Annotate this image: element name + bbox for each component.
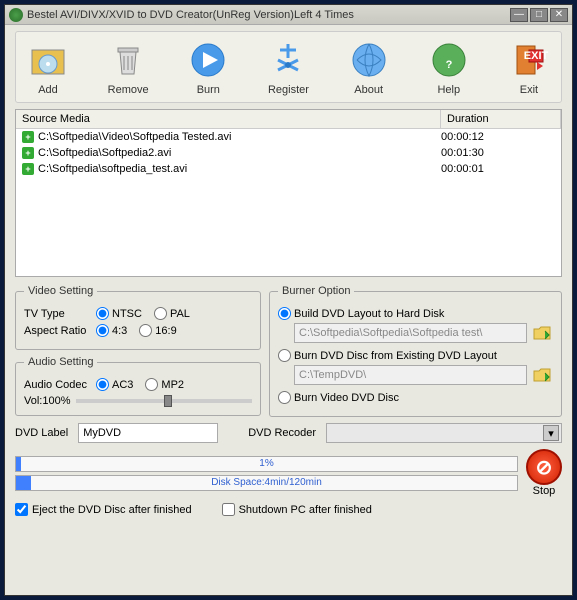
dvd-label-input[interactable] xyxy=(78,423,218,443)
main-toolbar: Add Remove Burn Register xyxy=(15,31,562,103)
burn-existing-radio[interactable]: Burn DVD Disc from Existing DVD Layout xyxy=(278,349,553,362)
source-media-list[interactable]: Source Media Duration + C:\Softpedia\Vide… xyxy=(15,109,562,277)
register-label: Register xyxy=(268,84,309,96)
progress-bar-disk: Disk Space:4min/120min xyxy=(15,475,518,491)
dvd-recorder-select[interactable]: ▾ xyxy=(326,423,562,443)
eject-checkbox[interactable]: Eject the DVD Disc after finished xyxy=(15,503,192,516)
audio-setting-legend: Audio Setting xyxy=(24,356,97,368)
browse-layout-button[interactable] xyxy=(531,323,553,343)
audio-setting-group: Audio Setting Audio Codec AC3 MP2 Vol:10… xyxy=(15,356,261,416)
add-label: Add xyxy=(38,84,58,96)
media-duration: 00:00:01 xyxy=(441,163,561,175)
exit-label: Exit xyxy=(520,84,538,96)
tv-type-ntsc-radio[interactable]: NTSC xyxy=(96,307,142,320)
build-layout-radio[interactable]: Build DVD Layout to Hard Disk xyxy=(278,307,553,320)
burn-label: Burn xyxy=(197,84,220,96)
burn-icon xyxy=(186,38,230,82)
remove-icon xyxy=(106,38,150,82)
header-source[interactable]: Source Media xyxy=(16,110,441,128)
maximize-button[interactable]: □ xyxy=(530,8,548,22)
aspect-43-radio[interactable]: 4:3 xyxy=(96,324,127,337)
media-row[interactable]: + C:\Softpedia\Video\Softpedia Tested.avi… xyxy=(16,129,561,145)
burn-existing-path-input[interactable] xyxy=(294,365,527,385)
add-icon xyxy=(26,38,70,82)
build-layout-path-input[interactable] xyxy=(294,323,527,343)
shutdown-checkbox[interactable]: Shutdown PC after finished xyxy=(222,503,372,516)
svg-text:EXIT: EXIT xyxy=(524,50,549,62)
burn-video-radio[interactable]: Burn Video DVD Disc xyxy=(278,391,553,404)
exit-icon: EXIT xyxy=(507,38,551,82)
media-header: Source Media Duration xyxy=(16,110,561,129)
volume-slider[interactable] xyxy=(76,399,252,403)
burner-option-group: Burner Option Build DVD Layout to Hard D… xyxy=(269,285,562,417)
volume-label: Vol:100% xyxy=(24,395,70,407)
codec-ac3-radio[interactable]: AC3 xyxy=(96,378,133,391)
plus-icon: + xyxy=(22,131,34,143)
stop-button[interactable]: ⊘ Stop xyxy=(526,449,562,497)
progress-disk-text: Disk Space:4min/120min xyxy=(16,477,517,488)
window-title: Bestel AVI/DIVX/XVID to DVD Creator(UnRe… xyxy=(27,9,510,21)
progress-bar-percent: 1% xyxy=(15,456,518,472)
media-duration: 00:01:30 xyxy=(441,147,561,159)
svg-text:?: ? xyxy=(445,59,452,71)
app-icon xyxy=(9,8,23,22)
plus-icon: + xyxy=(22,163,34,175)
plus-icon: + xyxy=(22,147,34,159)
media-path: C:\Softpedia\Softpedia2.avi xyxy=(38,147,171,159)
remove-label: Remove xyxy=(108,84,149,96)
audio-codec-label: Audio Codec xyxy=(24,379,96,391)
about-label: About xyxy=(354,84,383,96)
media-path: C:\Softpedia\Video\Softpedia Tested.avi xyxy=(38,131,231,143)
register-icon xyxy=(266,38,310,82)
browse-existing-button[interactable] xyxy=(531,365,553,385)
media-row[interactable]: + C:\Softpedia\Softpedia2.avi 00:01:30 xyxy=(16,145,561,161)
register-button[interactable]: Register xyxy=(262,36,314,98)
stop-icon: ⊘ xyxy=(526,449,562,485)
close-button[interactable]: ✕ xyxy=(550,8,568,22)
aspect-ratio-label: Aspect Ratio xyxy=(24,325,96,337)
video-setting-legend: Video Setting xyxy=(24,285,97,297)
chevron-down-icon: ▾ xyxy=(543,425,559,441)
help-button[interactable]: ? Help xyxy=(423,36,475,98)
about-icon xyxy=(347,38,391,82)
dvd-recorder-text: DVD Recoder xyxy=(248,427,316,439)
minimize-button[interactable]: — xyxy=(510,8,528,22)
media-duration: 00:00:12 xyxy=(441,131,561,143)
dvd-label-text: DVD Label xyxy=(15,427,68,439)
burn-button[interactable]: Burn xyxy=(182,36,234,98)
remove-button[interactable]: Remove xyxy=(102,36,154,98)
help-label: Help xyxy=(437,84,460,96)
media-row[interactable]: + C:\Softpedia\softpedia_test.avi 00:00:01 xyxy=(16,161,561,177)
progress-percent-text: 1% xyxy=(16,458,517,469)
aspect-169-radio[interactable]: 16:9 xyxy=(139,324,176,337)
app-window: Bestel AVI/DIVX/XVID to DVD Creator(UnRe… xyxy=(4,4,573,596)
video-setting-group: Video Setting TV Type NTSC PAL Aspect Ra… xyxy=(15,285,261,350)
exit-button[interactable]: EXIT Exit xyxy=(503,36,555,98)
burner-option-legend: Burner Option xyxy=(278,285,354,297)
codec-mp2-radio[interactable]: MP2 xyxy=(145,378,184,391)
about-button[interactable]: About xyxy=(343,36,395,98)
media-path: C:\Softpedia\softpedia_test.avi xyxy=(38,163,187,175)
tv-type-label: TV Type xyxy=(24,308,96,320)
stop-label: Stop xyxy=(533,485,556,497)
help-icon: ? xyxy=(427,38,471,82)
add-button[interactable]: Add xyxy=(22,36,74,98)
titlebar: Bestel AVI/DIVX/XVID to DVD Creator(UnRe… xyxy=(5,5,572,25)
header-duration[interactable]: Duration xyxy=(441,110,561,128)
tv-type-pal-radio[interactable]: PAL xyxy=(154,307,190,320)
